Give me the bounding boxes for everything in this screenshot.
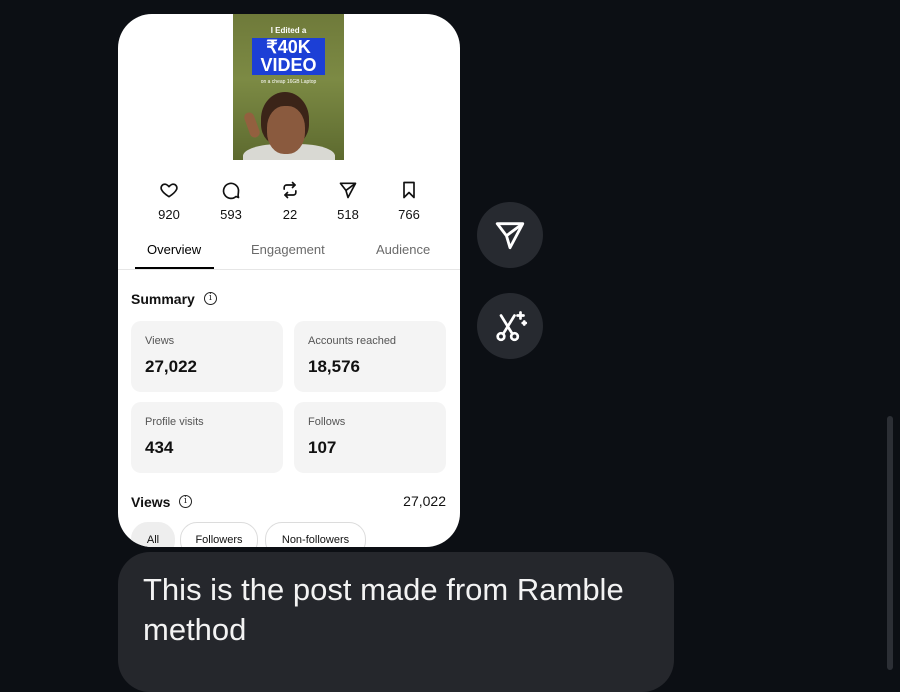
summary-info-icon[interactable]: i	[204, 292, 217, 305]
stat-comments-count: 593	[220, 207, 242, 222]
thumbnail-person-hand	[242, 111, 262, 139]
tile-views-value: 27,022	[145, 357, 197, 376]
stat-shares-count: 518	[337, 207, 359, 222]
filter-followers[interactable]: Followers	[180, 522, 258, 547]
tab-overview[interactable]: Overview	[147, 242, 201, 257]
comment-icon	[222, 182, 240, 200]
stat-comments[interactable]: 593	[201, 180, 261, 222]
tile-profile-visits-value: 434	[145, 438, 174, 457]
tile-profile-visits-label: Profile visits	[145, 416, 204, 428]
scrollbar[interactable]	[887, 416, 893, 670]
tile-profile-visits[interactable]: Profile visits 434	[131, 402, 283, 473]
stat-reposts-count: 22	[282, 207, 298, 222]
stat-saves-count: 766	[398, 207, 420, 222]
tile-accounts-reached[interactable]: Accounts reached 18,576	[294, 321, 446, 392]
tabs-divider	[118, 269, 460, 270]
chat-message-bubble: This is the post made from Ramble method	[118, 552, 674, 692]
summary-title: Summary	[131, 291, 195, 307]
stat-likes-count: 920	[158, 207, 180, 222]
views-info-icon[interactable]: i	[179, 495, 192, 508]
tile-follows-label: Follows	[308, 416, 346, 428]
stat-shares[interactable]: 518	[318, 180, 378, 222]
views-total: 27,022	[403, 493, 446, 509]
tile-follows-value: 107	[308, 438, 337, 457]
post-insights-card: I Edited a ₹40K VIDEO on a cheap 16GB La…	[118, 14, 460, 547]
bookmark-icon	[403, 181, 415, 199]
tab-audience[interactable]: Audience	[376, 242, 430, 257]
post-thumbnail[interactable]: I Edited a ₹40K VIDEO on a cheap 16GB La…	[233, 14, 344, 160]
tab-engagement[interactable]: Engagement	[251, 242, 325, 257]
thumbnail-person-face	[267, 106, 305, 154]
filter-all[interactable]: All	[131, 522, 175, 547]
insights-tabs: Overview Engagement Audience	[118, 240, 460, 270]
tile-accounts-reached-label: Accounts reached	[308, 335, 397, 347]
share-icon	[495, 222, 525, 250]
tile-accounts-reached-value: 18,576	[308, 357, 360, 376]
stat-saves[interactable]: 766	[379, 180, 439, 222]
thumbnail-headline-line1: ₹40K	[266, 37, 311, 57]
filter-non-followers[interactable]: Non-followers	[265, 522, 366, 547]
magic-scissors-icon	[496, 311, 528, 342]
tile-views-label: Views	[145, 335, 175, 347]
stat-likes[interactable]: 920	[139, 180, 199, 222]
ai-edit-button[interactable]	[477, 293, 543, 359]
share-button[interactable]	[477, 202, 543, 268]
stat-reposts[interactable]: 22	[260, 180, 320, 222]
repost-icon	[283, 181, 297, 199]
chat-message-text: This is the post made from Ramble method	[143, 572, 624, 647]
tile-follows[interactable]: Follows 107	[294, 402, 446, 473]
share-icon	[339, 182, 357, 199]
heart-icon	[160, 183, 178, 198]
thumbnail-caption-top: I Edited a	[270, 26, 307, 35]
thumbnail-headline-line2: VIDEO	[260, 55, 317, 75]
thumbnail-caption-bottom: on a cheap 16GB Laptop	[260, 79, 317, 85]
thumbnail-headline: ₹40K VIDEO	[252, 38, 325, 75]
tile-views[interactable]: Views 27,022	[131, 321, 283, 392]
views-title: Views	[131, 494, 171, 510]
